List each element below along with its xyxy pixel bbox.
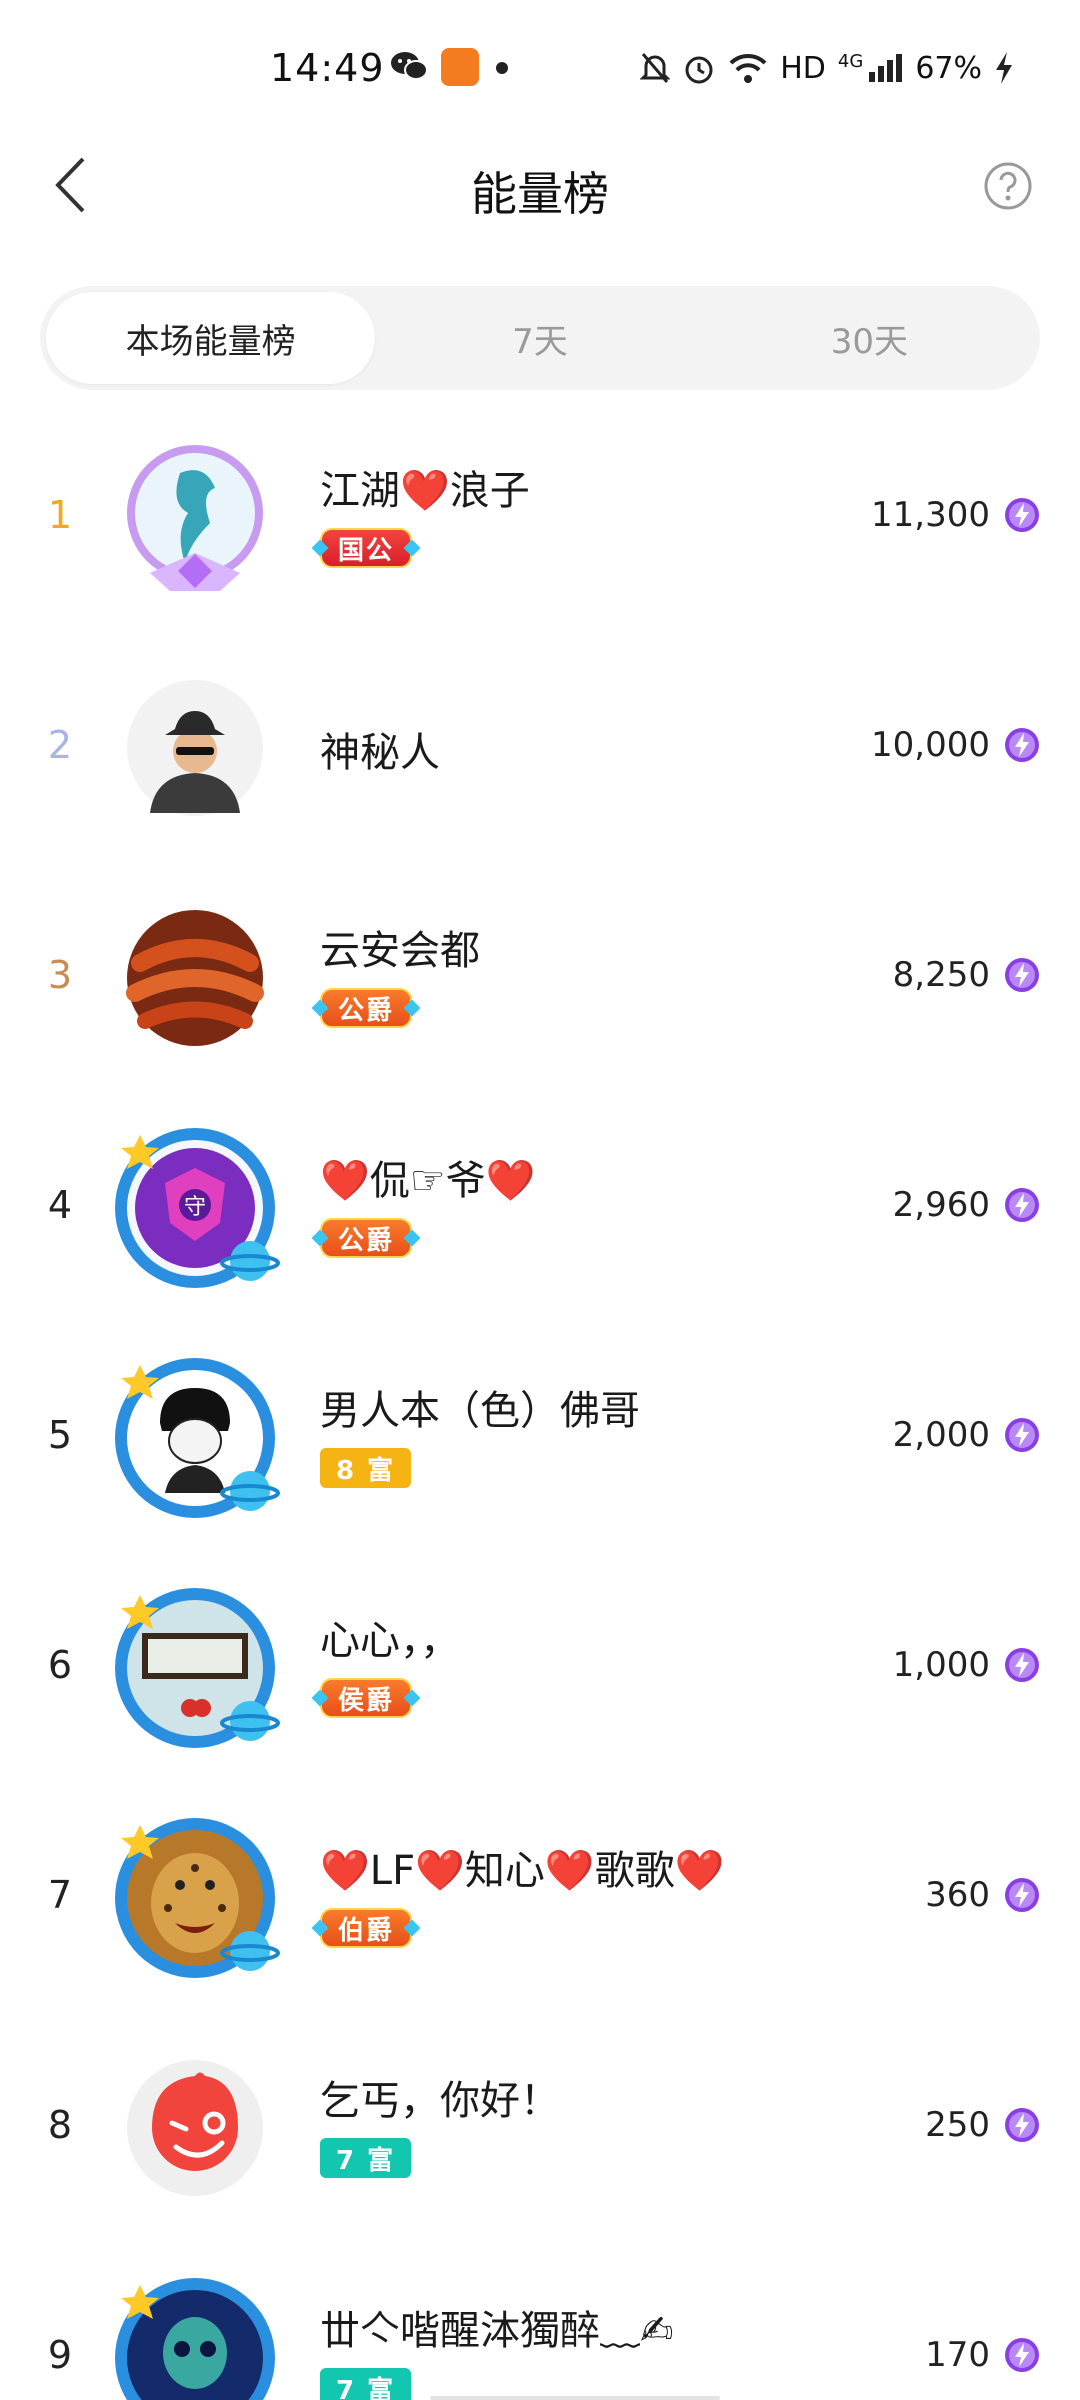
app-icon xyxy=(441,48,479,86)
energy-score: 1,000 xyxy=(892,1645,990,1685)
guardian-frame-icon: 守 xyxy=(115,1128,280,1288)
ranking-row[interactable]: 9 丗亽喈醒泍獨醉﹏✍ 7 富 170 xyxy=(0,2240,1080,2400)
mystery-person-icon xyxy=(127,680,263,816)
energy-score: 11,300 xyxy=(871,495,990,535)
meme-face-icon xyxy=(115,1358,280,1518)
avatar[interactable] xyxy=(110,1813,280,1983)
energy-icon xyxy=(1005,728,1039,762)
nickname: 江湖❤️浪子 xyxy=(320,468,530,514)
ranking-row[interactable]: 3 云安会都 公爵 8,250 xyxy=(0,860,1080,1090)
ranking-row[interactable]: 1 江湖❤️浪子 国公 11,300 xyxy=(0,400,1080,630)
avatar[interactable] xyxy=(110,433,280,603)
nickname: 丗亽喈醒泍獨醉﹏✍ xyxy=(320,2308,674,2354)
energy-score: 360 xyxy=(925,1875,990,1915)
ranking-row[interactable]: 5 男人本（色）佛哥 8 富 2,000 xyxy=(0,1320,1080,1550)
signal-icon xyxy=(869,54,903,82)
food-photo-icon xyxy=(126,910,264,1046)
energy-icon xyxy=(1005,2338,1039,2372)
winking-face-icon xyxy=(127,2060,263,2196)
leopard-photo-icon xyxy=(115,1818,280,1978)
home-indicator xyxy=(430,2396,720,2400)
tab-bar: 本场能量榜 7天 30天 xyxy=(40,286,1040,390)
help-button[interactable] xyxy=(976,154,1040,218)
wifi-icon xyxy=(729,53,767,83)
energy-icon xyxy=(1005,958,1039,992)
network-type: HD xyxy=(780,50,826,86)
skull-art-icon xyxy=(115,2278,275,2400)
question-circle-icon xyxy=(984,162,1032,210)
page-title: 能量榜 xyxy=(471,167,609,221)
nickname: 神秘人 xyxy=(320,730,440,776)
avatar[interactable] xyxy=(110,2273,280,2400)
rank-badge: 国公 xyxy=(311,528,421,568)
avatar[interactable] xyxy=(110,663,280,833)
tab-current-session[interactable]: 本场能量榜 xyxy=(46,292,376,384)
rank-number: 8 xyxy=(47,2103,73,2147)
tab-7-days[interactable]: 7天 xyxy=(375,292,704,384)
ranking-row[interactable]: 8 乞丐，你好！ 7 富 250 xyxy=(0,2010,1080,2240)
rank-number: 4 xyxy=(47,1183,73,1227)
energy-score: 2,000 xyxy=(892,1415,990,1455)
energy-score: 8,250 xyxy=(892,955,990,995)
energy-icon xyxy=(1005,1188,1039,1222)
avatar[interactable] xyxy=(110,893,280,1063)
nickname: 乞丐，你好！ xyxy=(320,2078,560,2124)
energy-score: 170 xyxy=(925,2335,990,2375)
ranking-row[interactable]: 4 守 ❤️侃☞爷❤️ 公爵 2,960 xyxy=(0,1090,1080,1320)
rank-badge: 侯爵 xyxy=(311,1678,421,1718)
status-time: 14:49 xyxy=(270,46,385,90)
svg-text:守: 守 xyxy=(184,1195,206,1220)
wealth-level-badge: 8 富 xyxy=(320,1448,412,1488)
avatar[interactable]: 守 xyxy=(110,1123,280,1293)
wechat-icon xyxy=(391,52,428,80)
ranking-row[interactable]: 7 ❤️LF❤️知心❤️歌歌❤️ 伯爵 360 xyxy=(0,1780,1080,2010)
rank-number: 3 xyxy=(47,953,73,997)
dot-icon xyxy=(496,62,508,74)
battery-level: 67% xyxy=(915,50,982,86)
alarm-icon xyxy=(685,56,713,84)
nickname: 男人本（色）佛哥 xyxy=(320,1388,640,1434)
rank-badge: 伯爵 xyxy=(311,1908,421,1948)
energy-icon xyxy=(1005,2108,1039,2142)
charging-icon xyxy=(996,52,1012,84)
rank-badge: 公爵 xyxy=(311,1218,421,1258)
energy-score: 250 xyxy=(925,2105,990,2145)
energy-icon xyxy=(1005,498,1039,532)
signal-type: 4G xyxy=(837,50,864,72)
rank-number: 5 xyxy=(47,1413,73,1457)
ranking-row[interactable]: 2 神秘人 10,000 xyxy=(0,630,1080,860)
mute-bell-icon xyxy=(640,53,671,83)
rank-number: 6 xyxy=(47,1643,73,1687)
wealth-level-badge: 7 富 xyxy=(320,2368,412,2400)
ranking-row[interactable]: 6 心心，， 侯爵 1,000 xyxy=(0,1550,1080,1780)
status-icons: HD 4G 67% xyxy=(640,46,1014,90)
wealth-level-badge: 7 富 xyxy=(320,2138,412,2178)
nickname: ❤️LF❤️知心❤️歌歌❤️ xyxy=(320,1848,725,1894)
avatar[interactable] xyxy=(110,1583,280,1753)
ranking-list: 1 江湖❤️浪子 国公 11,300 2 神秘人 10,000 3 云安会都 公… xyxy=(0,400,1080,2400)
energy-score: 2,960 xyxy=(892,1185,990,1225)
avatar[interactable] xyxy=(110,1353,280,1523)
rank-number: 2 xyxy=(47,723,73,767)
tab-30-days[interactable]: 30天 xyxy=(705,292,1034,384)
energy-icon xyxy=(1005,1648,1039,1682)
calligraphy-photo-icon xyxy=(115,1588,280,1748)
avatar[interactable] xyxy=(110,2043,280,2213)
rank-number: 7 xyxy=(47,1873,73,1917)
rank-badge: 公爵 xyxy=(311,988,421,1028)
rank-number: 9 xyxy=(47,2333,73,2377)
energy-icon xyxy=(1005,1418,1039,1452)
nickname: 心心，， xyxy=(320,1618,460,1664)
status-bar: 14:49 HD 4G 67% xyxy=(0,0,1080,130)
nickname: ❤️侃☞爷❤️ xyxy=(320,1158,536,1204)
rank-number: 1 xyxy=(47,493,73,537)
energy-score: 10,000 xyxy=(871,725,990,765)
avatar-frame-icon xyxy=(127,445,263,591)
header: 能量榜 xyxy=(0,130,1080,240)
energy-icon xyxy=(1005,1878,1039,1912)
nickname: 云安会都 xyxy=(320,928,480,974)
